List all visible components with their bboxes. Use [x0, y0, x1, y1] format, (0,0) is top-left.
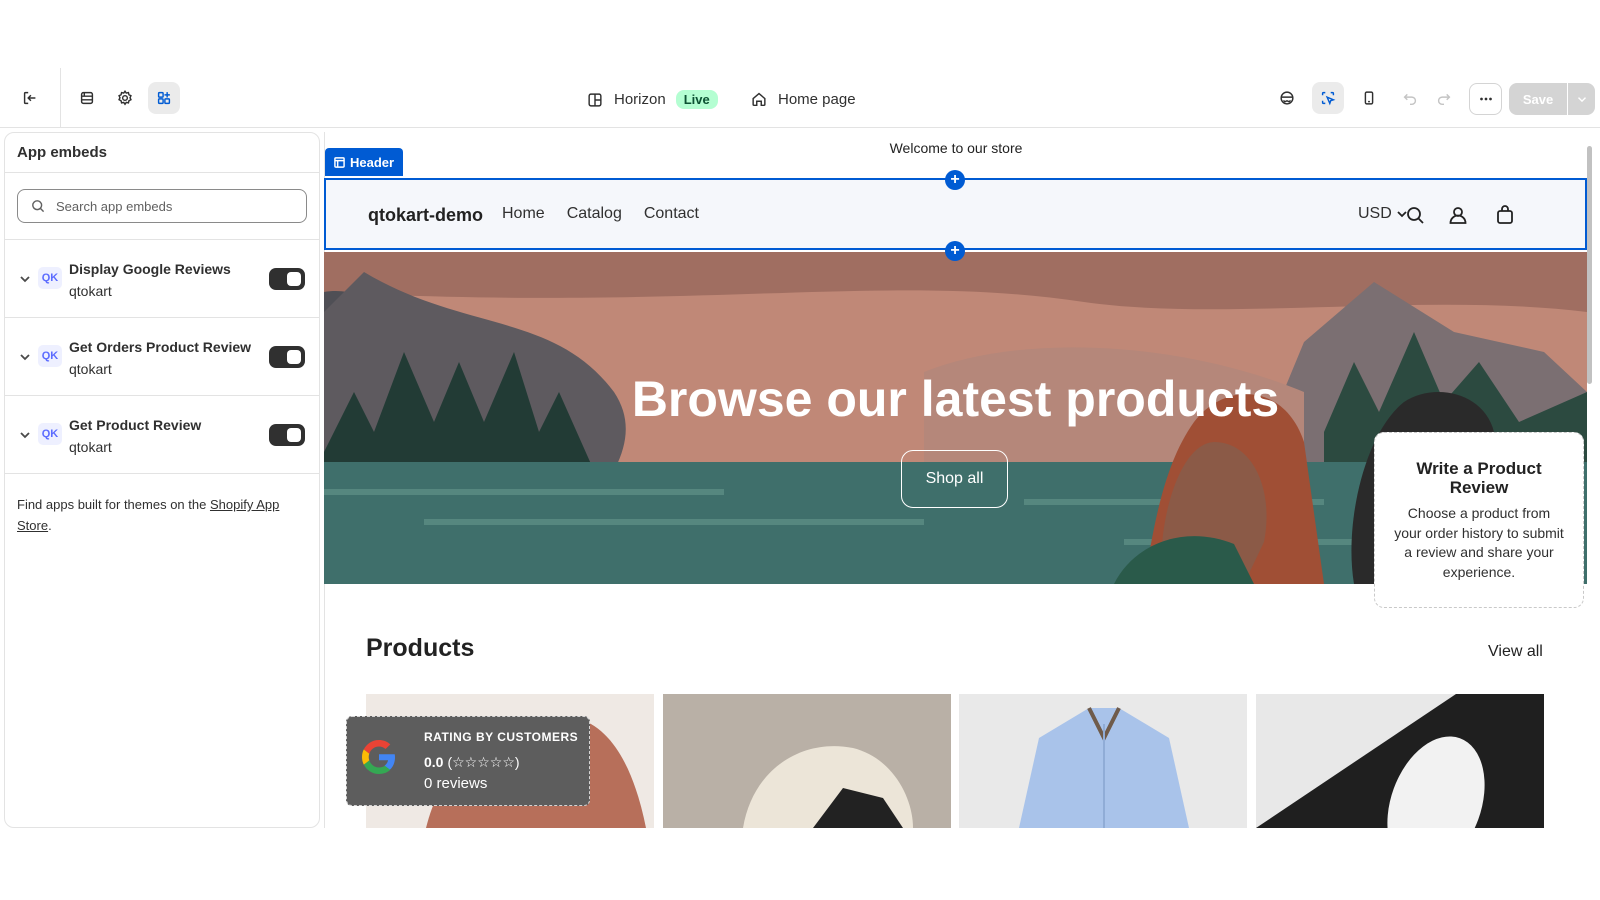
account-icon[interactable] — [1447, 204, 1469, 226]
panel-title: App embeds — [5, 133, 319, 173]
write-review-title: Write a Product Review — [1416, 459, 1542, 497]
product-card[interactable] — [959, 694, 1247, 828]
embed-vendor: qtokart — [69, 361, 112, 377]
redo-icon[interactable] — [1428, 82, 1460, 114]
products-heading: Products — [366, 634, 475, 662]
app-store-note-text: Find apps built for themes on the — [17, 497, 207, 512]
embed-toggle[interactable] — [269, 268, 305, 290]
more-actions-button[interactable] — [1469, 83, 1502, 115]
embed-vendor: qtokart — [69, 439, 112, 455]
section-tag-label: Header — [350, 154, 395, 170]
toolbar-divider — [60, 68, 61, 128]
qtokart-logo-icon: QK — [38, 267, 62, 289]
search-icon — [32, 200, 45, 213]
write-review-text: Choose a product from your order history… — [1394, 505, 1564, 580]
product-card[interactable] — [663, 694, 951, 828]
embed-name: Get Product Review — [69, 417, 202, 433]
product-image-shirt — [959, 694, 1247, 828]
app-store-note-end: . — [48, 518, 52, 533]
exit-icon[interactable] — [14, 82, 46, 114]
review-count: 0 reviews — [424, 775, 488, 792]
shop-all-button[interactable]: Shop all — [901, 450, 1008, 508]
product-image-cap — [663, 694, 951, 828]
nav-home[interactable]: Home — [502, 205, 545, 223]
ellipsis-icon — [1479, 97, 1492, 101]
rating-label: RATING BY CUSTOMERS — [424, 730, 579, 744]
rating-stars: (☆☆☆☆☆) — [447, 754, 520, 770]
main-navigation: Home Catalog Contact — [502, 205, 699, 223]
embed-name: Display Google Reviews — [69, 261, 231, 277]
save-button[interactable]: Save — [1509, 83, 1567, 115]
cart-bag-icon[interactable] — [1494, 204, 1516, 226]
page-selector[interactable]: Home page — [750, 90, 856, 108]
app-embeds-icon[interactable] — [148, 82, 180, 114]
theme-name: Horizon — [614, 91, 666, 108]
home-icon — [752, 92, 766, 107]
preview-inspector-icon[interactable] — [1271, 82, 1303, 114]
announcement-bar: Welcome to our store — [889, 140, 1023, 156]
search-input[interactable]: Search app embeds — [17, 189, 307, 223]
google-rating-badge[interactable]: RATING BY CUSTOMERS 0.0 (☆☆☆☆☆) 0 reviews — [346, 716, 590, 806]
nav-contact[interactable]: Contact — [644, 205, 699, 223]
view-all-link[interactable]: View all — [1488, 643, 1543, 661]
theme-selector[interactable]: Horizon Live — [586, 90, 718, 109]
theme-status-badge: Live — [675, 90, 718, 109]
app-embeds-panel: App embeds Search app embeds QK Display … — [4, 132, 320, 828]
sections-icon[interactable] — [71, 82, 103, 114]
layout-icon — [588, 92, 602, 107]
search-placeholder: Search app embeds — [56, 198, 173, 214]
mobile-view-icon[interactable] — [1353, 82, 1385, 114]
theme-settings-gear-icon[interactable] — [109, 82, 141, 114]
qtokart-logo-icon: QK — [38, 423, 62, 445]
chevron-down-icon[interactable] — [19, 272, 31, 284]
currency-selector[interactable]: USD — [1358, 205, 1408, 223]
chevron-down-icon[interactable] — [19, 428, 31, 440]
embed-get-orders-product-review: QK Get Orders Product Review qtokart — [5, 317, 319, 395]
section-icon — [334, 156, 345, 168]
add-section-below-icon[interactable]: + — [945, 241, 965, 261]
app-store-note: Find apps built for themes on the Shopif… — [5, 473, 319, 556]
nav-catalog[interactable]: Catalog — [567, 205, 622, 223]
currency-label: USD — [1358, 205, 1392, 222]
store-brand[interactable]: qtokart-demo — [368, 205, 483, 226]
add-section-above-icon[interactable]: + — [945, 170, 965, 190]
page-selector-label: Home page — [778, 90, 856, 108]
section-tag-header[interactable]: Header — [325, 148, 404, 176]
product-image-mouse — [1256, 694, 1544, 828]
preview-scrollbar[interactable] — [1587, 146, 1592, 384]
rating-score: 0.0 (☆☆☆☆☆) — [424, 754, 520, 771]
search-icon[interactable] — [1404, 204, 1426, 226]
hero-title: Browse our latest products — [631, 371, 1280, 427]
save-options-button[interactable] — [1568, 83, 1595, 115]
chevron-down-icon — [1577, 97, 1586, 103]
embed-name: Get Orders Product Review — [69, 339, 252, 355]
undo-icon[interactable] — [1394, 82, 1426, 114]
write-review-card[interactable]: Write a Product Review Choose a product … — [1374, 432, 1584, 608]
embed-get-product-review: QK Get Product Review qtokart — [5, 395, 319, 473]
rating-score-value: 0.0 — [424, 754, 444, 770]
product-card[interactable] — [1256, 694, 1544, 828]
qtokart-logo-icon: QK — [38, 345, 62, 367]
embed-toggle[interactable] — [269, 346, 305, 368]
embed-vendor: qtokart — [69, 283, 112, 299]
chevron-down-icon[interactable] — [19, 350, 31, 362]
google-logo-icon — [362, 740, 395, 774]
embed-display-google-reviews: QK Display Google Reviews qtokart — [5, 239, 319, 317]
select-cursor-icon[interactable] — [1312, 82, 1344, 114]
embed-toggle[interactable] — [269, 424, 305, 446]
